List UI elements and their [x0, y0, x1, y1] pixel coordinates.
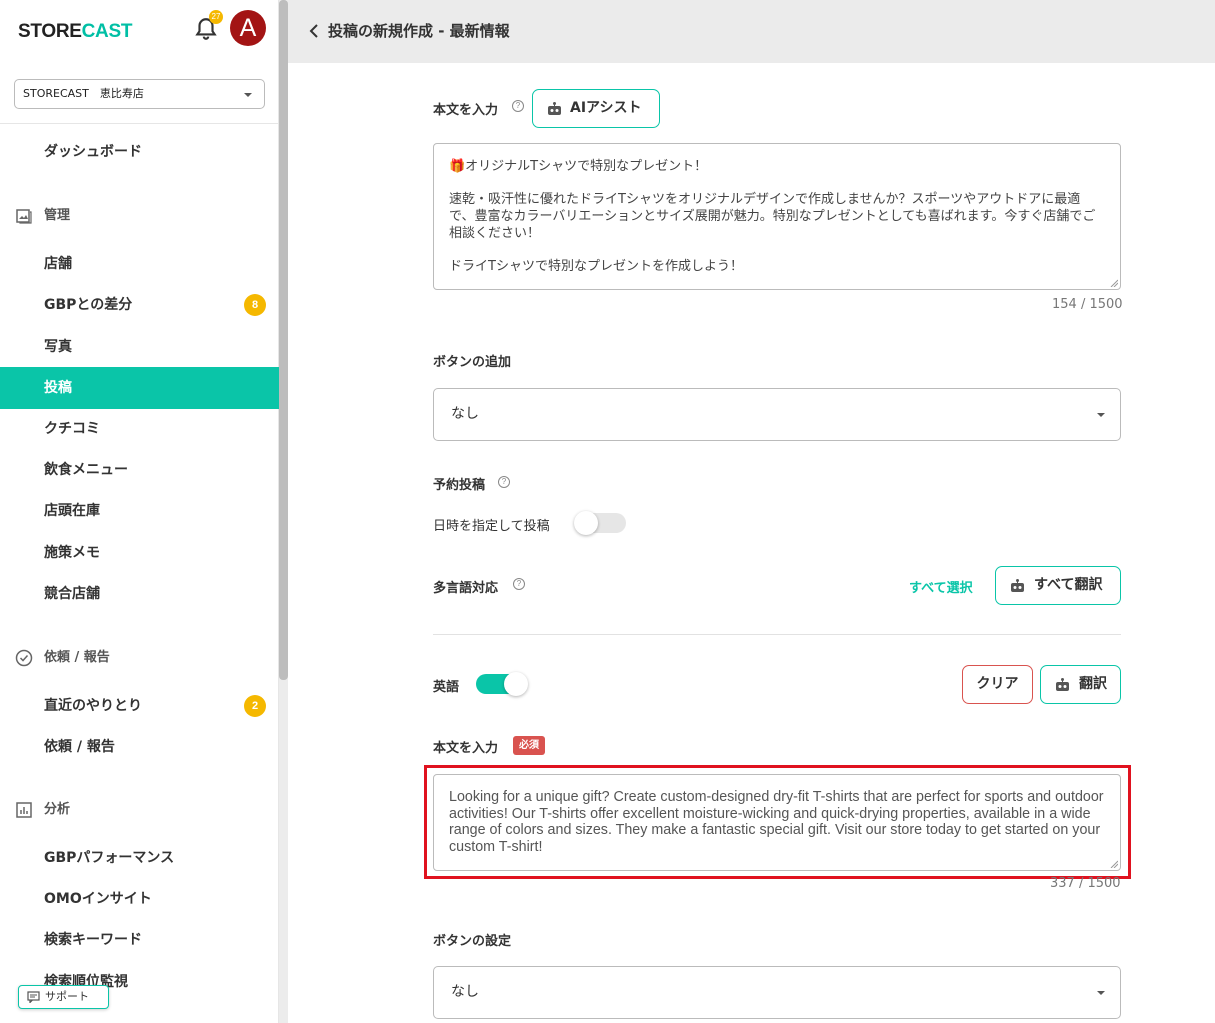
schedule-toggle-label: 日時を指定して投稿 [433, 519, 550, 534]
en-body-label: 本文を入力 [433, 741, 499, 756]
body-textarea[interactable]: 🎁オリジナルTシャツで特別なプレゼント！ 速乾・吸汗性に優れたドライTシャツをオ… [433, 143, 1121, 290]
image-icon [16, 209, 32, 224]
divider [433, 634, 1121, 635]
body-text-line: ドライTシャツで特別なプレゼントを作成しよう！ [449, 259, 743, 274]
sidebar-item-requests[interactable]: 依頼 / 報告 [0, 726, 279, 768]
sidebar-item-keywords[interactable]: 検索キーワード [0, 919, 279, 961]
sidebar-item-reviews[interactable]: クチコミ [0, 408, 279, 450]
sidebar-section-manage: 管理 [0, 201, 279, 231]
en-body-counter: 337 / 1500 [1050, 876, 1121, 891]
sidebar-item-inventory[interactable]: 店頭在庫 [0, 490, 279, 532]
robot-icon [1056, 678, 1069, 691]
sidebar-scrollbar[interactable] [279, 0, 288, 1023]
sidebar-item-memo[interactable]: 施策メモ [0, 532, 279, 574]
bar-chart-icon [16, 802, 32, 818]
chat-icon [27, 991, 40, 1003]
select-value: なし [451, 984, 479, 1000]
body-text-line: 🎁オリジナルTシャツで特別なプレゼント！ [449, 159, 708, 174]
help-icon[interactable]: ? [498, 476, 510, 488]
sidebar: STORECAST 27 A STORECAST 恵比寿店 ダッシュボード 管理… [0, 0, 279, 1023]
button-add-label: ボタンの追加 [433, 355, 512, 370]
scrollbar-thumb[interactable] [279, 0, 288, 680]
sidebar-item-photos[interactable]: 写真 [0, 326, 279, 368]
page-title: 投稿の新規作成 - 最新情報 [328, 22, 510, 40]
back-arrow-icon[interactable] [308, 22, 320, 40]
store-select[interactable]: STORECAST 恵比寿店 [14, 79, 265, 109]
english-label: 英語 [433, 680, 460, 695]
highlight-box [424, 765, 1131, 879]
sidebar-section-requests: 依頼 / 報告 [0, 643, 279, 673]
schedule-label: 予約投稿 [433, 478, 486, 493]
button-add-select[interactable]: なし [433, 388, 1121, 441]
sidebar-item-gbp-diff[interactable]: GBPとの差分 8 [0, 284, 279, 326]
english-toggle[interactable] [476, 672, 528, 696]
multilang-label: 多言語対応 [433, 581, 499, 596]
select-all-link[interactable]: すべて選択 [909, 577, 973, 596]
clear-button[interactable]: クリア [962, 665, 1033, 704]
sidebar-item-dashboard[interactable]: ダッシュボード [0, 131, 279, 173]
sidebar-item-menu[interactable]: 飲食メニュー [0, 449, 279, 491]
toggle-knob [504, 672, 528, 696]
avatar[interactable]: A [230, 10, 266, 46]
store-select-value: STORECAST 恵比寿店 [23, 87, 144, 100]
check-circle-icon [15, 649, 33, 667]
chevron-down-icon [1097, 991, 1105, 995]
sidebar-item-label: GBPとの差分 [44, 297, 133, 313]
ai-assist-button[interactable]: AIアシスト [532, 89, 660, 128]
sidebar-item-omo[interactable]: OMOインサイト [0, 878, 279, 920]
translate-all-button[interactable]: すべて翻訳 [995, 566, 1121, 605]
button-setting-select[interactable]: なし [433, 966, 1121, 1019]
sidebar-section-analysis: 分析 [0, 795, 279, 825]
sidebar-item-competitors[interactable]: 競合店舗 [0, 573, 279, 615]
schedule-toggle[interactable] [574, 511, 626, 535]
body-text-line: 速乾・吸汗性に優れたドライTシャツをオリジナルデザインで作成しませんか？スポーツ… [449, 192, 1096, 241]
help-icon[interactable]: ? [512, 100, 524, 112]
required-badge: 必須 [513, 736, 545, 755]
help-icon[interactable]: ? [513, 578, 525, 590]
body-label: 本文を入力 [433, 103, 499, 118]
sidebar-item-posts[interactable]: 投稿 [0, 367, 279, 409]
robot-icon [1011, 579, 1024, 592]
select-value: なし [451, 406, 479, 422]
toggle-knob [574, 511, 598, 535]
chevron-down-icon [1097, 413, 1105, 417]
sidebar-item-store[interactable]: 店舗 [0, 243, 279, 285]
support-button[interactable]: サポート [18, 985, 109, 1009]
robot-icon [548, 102, 561, 115]
sidebar-item-recent[interactable]: 直近のやりとり 2 [0, 685, 279, 727]
chevron-down-icon [244, 93, 252, 97]
sidebar-item-gbp-performance[interactable]: GBPパフォーマンス [0, 837, 279, 879]
divider [0, 123, 279, 124]
resize-handle-icon[interactable] [1110, 279, 1118, 287]
count-badge: 2 [244, 695, 266, 717]
body-counter: 154 / 1500 [1052, 297, 1123, 312]
button-setting-label: ボタンの設定 [433, 934, 512, 949]
sidebar-item-label: 直近のやりとり [44, 698, 142, 714]
notification-badge: 27 [209, 10, 223, 24]
translate-button[interactable]: 翻訳 [1040, 665, 1121, 704]
count-badge: 8 [244, 294, 266, 316]
storecast-logo[interactable]: STORECAST [18, 21, 132, 43]
